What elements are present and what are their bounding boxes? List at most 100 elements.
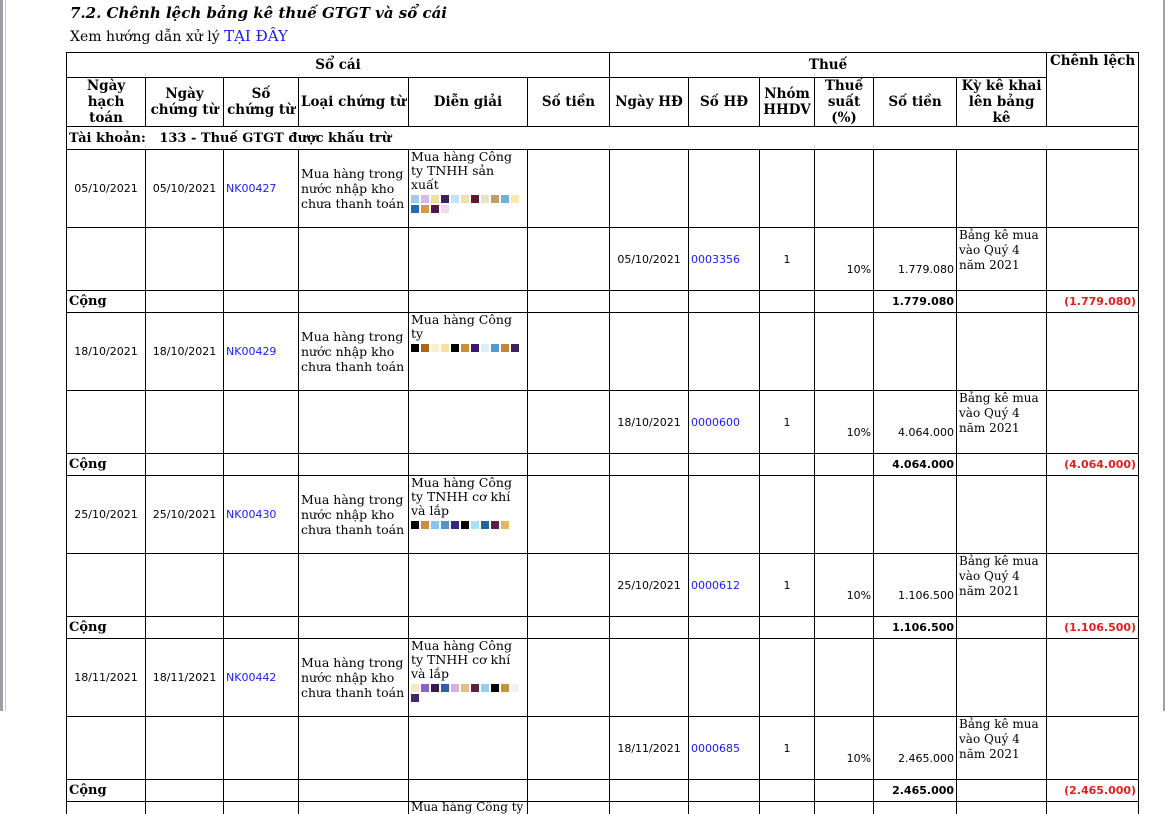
redacted-text <box>411 344 521 352</box>
header-ledger-amount: Số tiền <box>528 78 610 127</box>
declaration-period: Bảng kê mua vào Quý 4 năm 2021 <box>957 554 1047 617</box>
invoice-date: 18/11/2021 <box>610 717 689 780</box>
voucher-type: Mua hàng trong nước nhập kho chưa thanh … <box>299 476 409 554</box>
total-tax-amount: 4.064.000 <box>874 454 957 476</box>
description-text: Mua hàng Công ty TNHH cơ khí và lắp <box>411 639 525 681</box>
voucher-type: Mua hàng trong nước nhập kho chưa thanh … <box>299 150 409 228</box>
tax-amount: 1.106.500 <box>874 554 957 617</box>
tax-rate: 10% <box>815 554 874 617</box>
declaration-period: Bảng kê mua vào Quý 4 năm 2021 <box>957 228 1047 291</box>
account-row: Tài khoản: 133 - Thuế GTGT được khấu trừ <box>67 127 1139 150</box>
invoice-date: 18/10/2021 <box>610 391 689 454</box>
header-posting-date: Ngày hạch toán <box>67 78 146 127</box>
voucher-date: 18/11/2021 <box>146 639 224 717</box>
account-value: 133 - Thuế GTGT được khấu trừ <box>159 131 391 146</box>
total-tax-amount: 1.106.500 <box>874 617 957 639</box>
description-cell: Mua hàng Công ty TNHH sản xuất <box>409 150 528 228</box>
total-row: Cộng 2.465.000 (2.465.000) <box>67 780 1139 802</box>
description-cell: Mua hàng Công ty <box>409 313 528 391</box>
redacted-text <box>411 521 521 529</box>
total-label: Cộng <box>67 780 146 802</box>
header-description: Diễn giải <box>409 78 528 127</box>
tax-amount: 2.465.000 <box>874 717 957 780</box>
posting-date: 18/10/2021 <box>67 313 146 391</box>
tax-group: 1 <box>760 717 815 780</box>
description-text: Mua hàng Công ty TNHH sản xuất <box>411 150 525 192</box>
redacted-text <box>411 684 521 702</box>
invoice-link[interactable]: 0000685 <box>689 717 760 780</box>
tax-row: 18/11/2021 0000685 1 10% 2.465.000 Bảng … <box>67 717 1139 780</box>
difference-value: (1.779.080) <box>1047 291 1139 313</box>
tax-row: 25/10/2021 0000612 1 10% 1.106.500 Bảng … <box>67 554 1139 617</box>
header-tax-amount: Số tiền <box>874 78 957 127</box>
tax-group: 1 <box>760 391 815 454</box>
declaration-period: Bảng kê mua vào Quý 4 năm 2021 <box>957 717 1047 780</box>
invoice-link[interactable]: 0003356 <box>689 228 760 291</box>
header-invoice-date: Ngày HĐ <box>610 78 689 127</box>
header-voucher-date: Ngày chứng từ <box>146 78 224 127</box>
guide-line: Xem hướng dẫn xử lý TẠI ĐÂY <box>70 27 288 45</box>
total-row: Cộng 1.106.500 (1.106.500) <box>67 617 1139 639</box>
tax-amount: 1.779.080 <box>874 228 957 291</box>
tax-group: 1 <box>760 228 815 291</box>
ledger-row: 18/11/2021 18/11/2021 NK00442 Mua hàng t… <box>67 639 1139 717</box>
difference-value: (2.465.000) <box>1047 780 1139 802</box>
invoice-link[interactable]: 0000612 <box>689 554 760 617</box>
header-voucher-type: Loại chứng từ <box>299 78 409 127</box>
voucher-link[interactable]: NK00442 <box>224 639 299 717</box>
voucher-type: Mua hàng trong nước nhập kho chưa thanh … <box>299 639 409 717</box>
invoice-date: 05/10/2021 <box>610 228 689 291</box>
header-voucher-no: Số chứng từ <box>224 78 299 127</box>
posting-date: 25/10/2021 <box>67 476 146 554</box>
voucher-link[interactable]: NK00429 <box>224 313 299 391</box>
tax-row: 18/10/2021 0000600 1 10% 4.064.000 Bảng … <box>67 391 1139 454</box>
ledger-row: 25/10/2021 25/10/2021 NK00430 Mua hàng t… <box>67 476 1139 554</box>
difference-value: (4.064.000) <box>1047 454 1139 476</box>
difference-value: (1.106.500) <box>1047 617 1139 639</box>
guide-text: Xem hướng dẫn xử lý <box>70 29 220 45</box>
description-text: Mua hàng Công ty <box>409 802 528 814</box>
voucher-link[interactable]: NK00430 <box>224 476 299 554</box>
header-tax-rate: Thuế suất (%) <box>815 78 874 127</box>
description-text: Mua hàng Công ty TNHH cơ khí và lắp <box>411 476 525 518</box>
tax-row: 05/10/2021 0003356 1 10% 1.779.080 Bảng … <box>67 228 1139 291</box>
posting-date: 18/11/2021 <box>67 639 146 717</box>
reconciliation-table: Sổ cái Thuế Chênh lệch Ngày hạch toán Ng… <box>66 52 1139 814</box>
tax-rate: 10% <box>815 228 874 291</box>
voucher-link[interactable]: NK00427 <box>224 150 299 228</box>
header-ledger-group: Sổ cái <box>67 53 610 78</box>
account-label: Tài khoản: <box>69 131 146 146</box>
redacted-text <box>411 195 521 213</box>
voucher-type: Mua hàng trong nước nhập kho chưa thanh … <box>299 313 409 391</box>
total-label: Cộng <box>67 454 146 476</box>
voucher-date: 25/10/2021 <box>146 476 224 554</box>
declaration-period: Bảng kê mua vào Quý 4 năm 2021 <box>957 391 1047 454</box>
total-label: Cộng <box>67 291 146 313</box>
guide-link[interactable]: TẠI ĐÂY <box>224 27 288 45</box>
tax-group: 1 <box>760 554 815 617</box>
invoice-date: 25/10/2021 <box>610 554 689 617</box>
description-text: Mua hàng Công ty <box>411 313 525 341</box>
total-tax-amount: 1.779.080 <box>874 291 957 313</box>
header-invoice-no: Số HĐ <box>689 78 760 127</box>
header-declaration: Kỳ kê khai lên bảng kê <box>957 78 1047 127</box>
header-tax-group: Thuế <box>610 53 1047 78</box>
total-row: Cộng 4.064.000 (4.064.000) <box>67 454 1139 476</box>
header-group: Nhóm HHDV <box>760 78 815 127</box>
tax-rate: 10% <box>815 717 874 780</box>
tax-rate: 10% <box>815 391 874 454</box>
header-difference: Chênh lệch <box>1047 53 1139 127</box>
description-cell: Mua hàng Công ty TNHH cơ khí và lắp <box>409 476 528 554</box>
posting-date: 05/10/2021 <box>67 150 146 228</box>
section-title: 7.2. Chênh lệch bảng kê thuế GTGT và sổ … <box>70 4 447 22</box>
left-scroll-edge <box>0 0 3 711</box>
total-label: Cộng <box>67 617 146 639</box>
left-guide-line <box>5 0 6 711</box>
total-row: Cộng 1.779.080 (1.779.080) <box>67 291 1139 313</box>
tax-amount: 4.064.000 <box>874 391 957 454</box>
total-tax-amount: 2.465.000 <box>874 780 957 802</box>
ledger-row: 05/10/2021 05/10/2021 NK00427 Mua hàng t… <box>67 150 1139 228</box>
ledger-row: 18/10/2021 18/10/2021 NK00429 Mua hàng t… <box>67 313 1139 391</box>
invoice-link[interactable]: 0000600 <box>689 391 760 454</box>
voucher-date: 18/10/2021 <box>146 313 224 391</box>
